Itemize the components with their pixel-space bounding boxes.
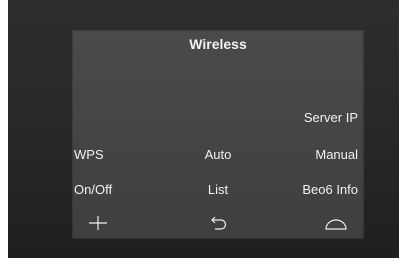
manual-button[interactable]: Manual [315, 147, 358, 163]
screen-title: Wireless [189, 36, 247, 52]
beo6-info-button[interactable]: Beo6 Info [302, 182, 358, 198]
display-screen: Wireless Server IP WPS Auto Manual On/Of… [72, 30, 364, 239]
remote-device-bezel: Wireless Server IP WPS Auto Manual On/Of… [8, 0, 399, 258]
plus-icon[interactable] [86, 214, 110, 232]
home-dome-icon[interactable] [324, 214, 348, 232]
server-ip-button[interactable]: Server IP [304, 110, 358, 126]
back-arrow-icon[interactable] [206, 214, 230, 232]
